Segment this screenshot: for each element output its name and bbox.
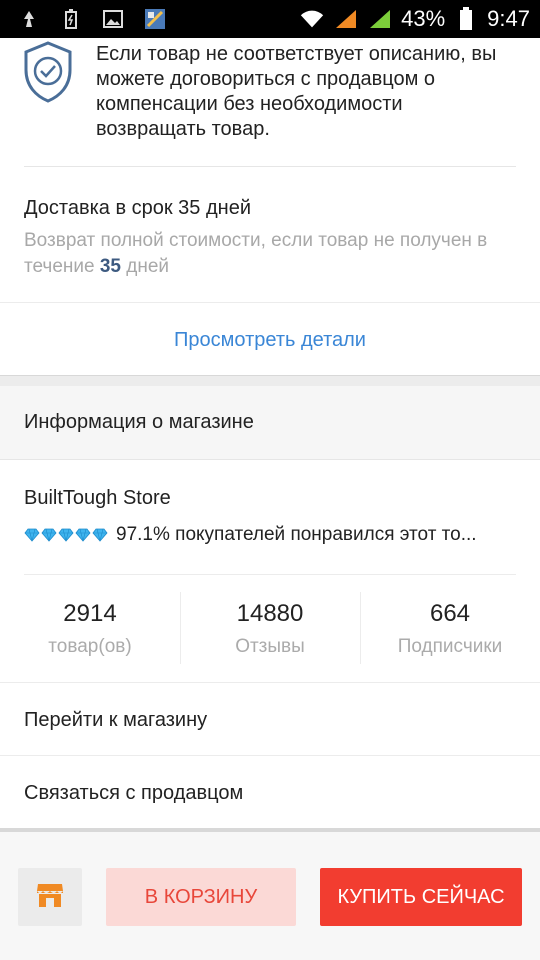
rating-text: 97.1% покупателей понравился этот то... [116,524,477,545]
diamond-icon [92,528,108,542]
view-details-link[interactable]: Просмотреть детали [0,318,540,362]
clock: 9:47 [487,6,530,31]
section-gap [0,375,540,386]
diamond-icon [75,528,91,542]
divider [24,574,516,575]
visit-store-link[interactable]: Перейти к магазину [0,684,540,756]
app-icon [144,8,166,30]
stat-label: товар(ов) [48,636,132,657]
store-info-header: Информация о магазине [0,386,540,460]
stat-label: Отзывы [235,636,305,657]
diamond-icon [41,528,57,542]
shield-check-icon [22,40,74,104]
store-name: BuiltTough Store [24,487,171,509]
status-bar: 43% 9:47 [0,0,540,38]
diamond-icon [58,528,74,542]
guarantee-section: Если товар не соответствует описанию, вы… [0,38,540,166]
image-icon [102,8,124,30]
stat-products[interactable]: 2914 товар(ов) [0,592,180,666]
stat-value: 14880 [236,600,304,627]
add-to-cart-button[interactable]: В КОРЗИНУ [106,868,296,926]
divider [0,755,540,756]
diamond-icon [24,528,40,542]
stat-value: 2914 [63,600,117,627]
battery-percent: 43% [401,6,446,31]
wifi-icon [299,6,325,32]
store-icon [36,882,64,913]
stat-followers[interactable]: 664 Подписчики [360,592,540,666]
buy-now-button[interactable]: КУПИТЬ СЕЙЧАС [320,868,522,926]
guarantee-text: Если товар не соответствует описанию, вы… [96,43,497,140]
delivery-days: 35 [99,256,121,277]
diamond-rating [24,528,108,542]
store-button[interactable] [18,868,82,926]
signal-orange-icon [333,6,359,32]
store-stats: 2914 товар(ов) 14880 Отзывы 664 Подписчи… [0,592,540,666]
divider [0,682,540,683]
delivery-note: Возврат полной стоимости, если товар не … [24,230,488,277]
stat-label: Подписчики [397,636,503,657]
delivery-title: Доставка в срок 35 дней [24,197,251,219]
signal-green-icon [367,6,393,32]
notification-icons [18,8,166,30]
store-rating: 97.1% покупателей понравился этот то... [24,524,520,546]
recycle-icon [18,8,40,30]
divider [0,302,540,303]
contact-seller-link[interactable]: Связаться с продавцом [0,757,540,829]
battery-saver-icon [60,8,82,30]
system-icons: 43% 9:47 [299,6,530,32]
stat-reviews[interactable]: 14880 Отзывы [180,592,360,666]
divider [24,166,516,167]
battery-icon [453,6,479,32]
stat-value: 664 [429,600,471,627]
bottom-action-bar: В КОРЗИНУ КУПИТЬ СЕЙЧАС [0,832,540,960]
